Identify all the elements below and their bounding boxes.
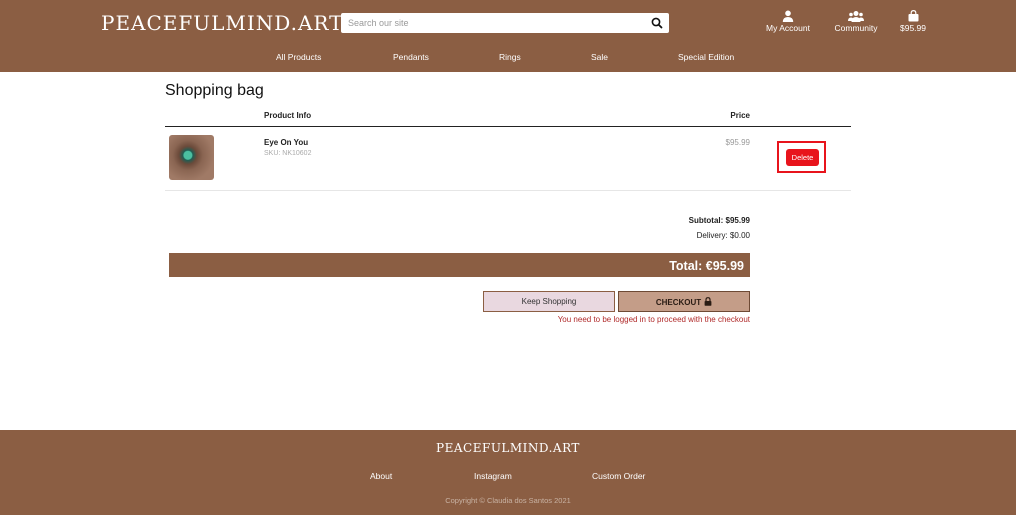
copyright-text: Copyright © Claudia dos Santos 2021 — [445, 496, 571, 505]
product-thumbnail[interactable] — [169, 135, 214, 180]
keep-shopping-button[interactable]: Keep Shopping — [483, 291, 615, 312]
site-header: PEACEFULMIND.ART My Account Community — [0, 0, 1016, 72]
community-label: Community — [834, 23, 878, 33]
subtotal: Subtotal: $95.99 — [688, 216, 750, 225]
product-info-header: Product Info — [264, 111, 312, 120]
footer-link-custom-order[interactable]: Custom Order — [592, 471, 645, 481]
footer-logo[interactable]: PEACEFULMIND.ART — [0, 441, 1016, 455]
shopping-bag-icon — [908, 10, 918, 22]
my-account-label: My Account — [766, 23, 810, 33]
page-title: Shopping bag — [165, 82, 264, 99]
my-account-link[interactable]: My Account — [762, 10, 814, 33]
nav-pendants[interactable]: Pendants — [393, 52, 429, 62]
table-header-divider — [165, 126, 851, 127]
search-bar — [341, 13, 669, 33]
nav-all-products[interactable]: All Products — [276, 52, 321, 62]
total-bar: Total: €95.99 — [169, 253, 750, 277]
row-divider — [165, 190, 851, 191]
footer-link-instagram[interactable]: Instagram — [474, 471, 512, 481]
delete-button[interactable]: Delete — [786, 149, 819, 166]
nav-rings[interactable]: Rings — [499, 52, 521, 62]
nav-sale[interactable]: Sale — [591, 52, 608, 62]
delivery: Delivery: $0.00 — [696, 231, 750, 240]
community-link[interactable]: Community — [830, 10, 882, 33]
footer-link-about[interactable]: About — [370, 471, 392, 481]
users-icon — [848, 11, 864, 22]
checkout-button[interactable]: CHECKOUT — [618, 291, 750, 312]
product-name: Eye On You — [264, 138, 309, 147]
site-logo[interactable]: PEACEFULMIND.ART — [101, 11, 343, 35]
product-price: $95.99 — [725, 138, 750, 147]
lock-icon — [704, 296, 712, 306]
nav-special-edition[interactable]: Special Edition — [678, 52, 734, 62]
product-sku: SKU: NK10602 — [264, 150, 312, 157]
grand-total: Total: €95.99 — [669, 259, 744, 273]
search-input[interactable] — [341, 13, 648, 33]
cart-total: $95.99 — [900, 23, 926, 33]
login-required-note: You need to be logged in to proceed with… — [557, 315, 750, 324]
checkout-label: CHECKOUT — [655, 297, 702, 307]
shopping-bag-link[interactable]: $95.99 — [897, 10, 929, 33]
search-icon[interactable] — [650, 16, 664, 30]
price-header: Price — [730, 111, 750, 120]
user-icon — [782, 10, 794, 22]
